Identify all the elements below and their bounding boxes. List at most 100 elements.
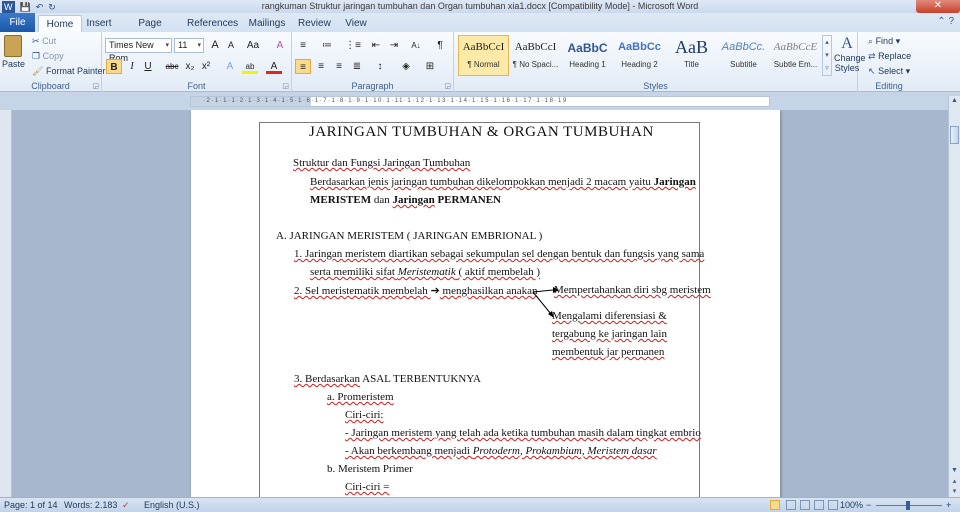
paragraph-launcher-icon[interactable]: ◲ xyxy=(444,82,451,90)
font-size-dropdown[interactable]: 11 ▾ xyxy=(174,38,204,53)
replace-button[interactable]: ⇄ Replace xyxy=(868,51,911,62)
bullets-button[interactable]: ≡ xyxy=(295,38,311,53)
text-effects-button[interactable]: A xyxy=(222,59,238,74)
sub-item-b[interactable]: b. Meristem Primer xyxy=(327,463,413,475)
shrink-font-button[interactable]: A xyxy=(223,38,239,53)
subheading[interactable]: Struktur dan Fungsi Jaringan Tumbuhan xyxy=(293,157,470,169)
align-left-button[interactable]: ≡ xyxy=(295,59,311,74)
style-subtitle[interactable]: AaBbCc. Subtitle xyxy=(718,35,769,76)
item-1-line-1[interactable]: 1. Jaringan meristem diartikan sebagai s… xyxy=(294,248,704,260)
item-2[interactable]: 2. Sel meristematik membelah ➔ menghasil… xyxy=(294,284,538,297)
style-normal[interactable]: AaBbCcI ¶ Normal xyxy=(458,35,509,76)
ciri-ciri-2[interactable]: Ciri-ciri = xyxy=(345,481,389,493)
scroll-down-icon[interactable]: ▼ xyxy=(949,467,960,477)
branch-2-line-2[interactable]: tergabung ke jaringan lain xyxy=(552,328,667,340)
find-button[interactable]: ⌕ Find ▾ xyxy=(868,36,900,47)
cut-button[interactable]: ✂ Cut xyxy=(32,36,56,47)
next-page-icon[interactable]: ▾ xyxy=(949,487,960,497)
grow-font-button[interactable]: A xyxy=(207,38,223,53)
sub-item-a[interactable]: a. Promeristem xyxy=(327,391,394,403)
zoom-in-button[interactable]: + xyxy=(946,498,951,512)
close-window-button[interactable]: ✕ xyxy=(916,0,960,13)
page-count[interactable]: Page: 1 of 14 xyxy=(4,498,58,512)
highlight-button[interactable]: ab xyxy=(242,59,258,74)
tab-file[interactable]: File xyxy=(0,13,35,32)
dash-item-1[interactable]: - Jaringan meristem yang telah ada ketik… xyxy=(345,427,701,439)
underline-button[interactable]: U xyxy=(140,59,156,74)
proofing-icon[interactable]: ✓ xyxy=(122,498,130,512)
multilevel-list-button[interactable]: ⋮≡ xyxy=(343,38,363,53)
style-subtle-emphasis[interactable]: AaBbCcE Subtle Em... xyxy=(770,35,821,76)
intro-line-1[interactable]: Berdasarkan jenis jaringan tumbuhan dike… xyxy=(310,176,696,188)
style-title[interactable]: AaB Title xyxy=(666,35,717,76)
style-no-spacing[interactable]: AaBbCcI ¶ No Spaci... xyxy=(510,35,561,76)
justify-button[interactable]: ≣ xyxy=(349,59,365,74)
change-case-button[interactable]: Aa xyxy=(243,38,263,53)
scroll-up-icon[interactable]: ▲ xyxy=(949,97,960,107)
superscript-button[interactable]: x² xyxy=(198,59,214,74)
tab-review[interactable]: Review xyxy=(298,15,331,32)
numbering-button[interactable]: ≔ xyxy=(319,38,335,53)
word-count[interactable]: Words: 2.183 xyxy=(64,498,117,512)
dash-item-2[interactable]: - Akan berkembang menjadi Protoderm, Pro… xyxy=(345,445,657,457)
vertical-ruler[interactable] xyxy=(0,110,12,497)
ciri-ciri-1[interactable]: Ciri-ciri: xyxy=(345,409,384,421)
vertical-scrollbar[interactable]: ▲ ▼ ▴ ▾ xyxy=(948,96,960,497)
bold-button[interactable]: B xyxy=(106,59,122,74)
tab-page-layout[interactable]: Page Layout xyxy=(124,15,176,46)
borders-button[interactable]: ⊞ xyxy=(422,59,438,74)
item-1-line-2[interactable]: serta memiliki sifat Meristematik ( akti… xyxy=(310,266,540,278)
style-heading-1[interactable]: AaBbC Heading 1 xyxy=(562,35,613,76)
section-a-heading[interactable]: A. JARINGAN MERISTEM ( JARINGAN EMBRIONA… xyxy=(276,230,542,242)
format-painter-button[interactable]: 🖌 Format Painter xyxy=(32,66,105,77)
zoom-slider-thumb[interactable] xyxy=(906,501,910,510)
full-screen-icon[interactable] xyxy=(786,500,796,510)
paste-button[interactable]: Paste xyxy=(2,35,25,69)
clear-formatting-button[interactable]: A xyxy=(272,38,288,53)
font-name-dropdown[interactable]: Times New Rom ▾ xyxy=(105,38,172,63)
branch-1[interactable]: Mempertahankan diri sbg meristem xyxy=(554,284,711,296)
align-center-button[interactable]: ≡ xyxy=(313,59,329,74)
styles-gallery-scroll[interactable]: ▴ ▾ ▿ xyxy=(822,35,832,76)
increase-indent-button[interactable]: ⇥ xyxy=(386,38,402,53)
tab-view[interactable]: View xyxy=(343,15,369,32)
language[interactable]: English (U.S.) xyxy=(144,498,200,512)
decrease-indent-button[interactable]: ⇤ xyxy=(368,38,384,53)
select-button[interactable]: ↖ Select ▾ xyxy=(868,66,910,77)
clipboard-launcher-icon[interactable]: ◲ xyxy=(92,82,99,90)
draft-icon[interactable] xyxy=(828,500,838,510)
horizontal-ruler[interactable]: ·2·1·1·1·2·1·3·1·4·1·5·1·6·1·7·1·8·1·9·1… xyxy=(190,96,770,107)
outline-icon[interactable] xyxy=(814,500,824,510)
document-heading[interactable]: JARINGAN TUMBUHAN & ORGAN TUMBUHAN xyxy=(309,124,654,141)
scroll-thumb[interactable] xyxy=(950,126,959,144)
tab-mailings[interactable]: Mailings xyxy=(248,15,286,32)
font-color-button[interactable]: A xyxy=(266,59,282,74)
branch-2-line-1[interactable]: Mengalami diferensiasi & xyxy=(552,310,667,322)
shading-button[interactable]: ◈ xyxy=(398,59,414,74)
change-styles-button[interactable]: A Change Styles xyxy=(834,35,866,73)
help-icon[interactable]: ⌃ ? xyxy=(937,16,954,27)
print-layout-icon[interactable] xyxy=(770,500,780,510)
tab-home[interactable]: Home xyxy=(38,15,82,32)
item-3[interactable]: 3. Berdasarkan ASAL TERBENTUKNYA xyxy=(294,373,481,385)
zoom-out-button[interactable]: − xyxy=(866,498,871,512)
style-heading-2[interactable]: AaBbCc Heading 2 xyxy=(614,35,665,76)
sort-button[interactable]: A↓ xyxy=(406,38,426,53)
tab-references[interactable]: References xyxy=(187,15,238,32)
show-formatting-button[interactable]: ¶ xyxy=(432,38,448,53)
tab-insert[interactable]: Insert xyxy=(84,15,114,32)
subscript-button[interactable]: x₂ xyxy=(182,59,198,74)
web-layout-icon[interactable] xyxy=(800,500,810,510)
previous-page-icon[interactable]: ▴ xyxy=(949,477,960,487)
font-launcher-icon[interactable]: ◲ xyxy=(282,82,289,90)
align-right-button[interactable]: ≡ xyxy=(331,59,347,74)
copy-button[interactable]: ❐ Copy xyxy=(32,51,64,62)
document-page[interactable]: JARINGAN TUMBUHAN & ORGAN TUMBUHAN Struk… xyxy=(191,110,780,497)
italic-button[interactable]: I xyxy=(124,59,140,74)
line-spacing-button[interactable]: ↕ xyxy=(372,59,388,74)
zoom-level[interactable]: 100% xyxy=(840,498,863,512)
branch-2-line-3[interactable]: membentuk jar permanen xyxy=(552,346,664,358)
document-area[interactable]: JARINGAN TUMBUHAN & ORGAN TUMBUHAN Struk… xyxy=(12,110,948,497)
intro-line-2[interactable]: MERISTEM dan Jaringan PERMANEN xyxy=(310,194,501,206)
strikethrough-button[interactable]: abc xyxy=(162,59,182,74)
